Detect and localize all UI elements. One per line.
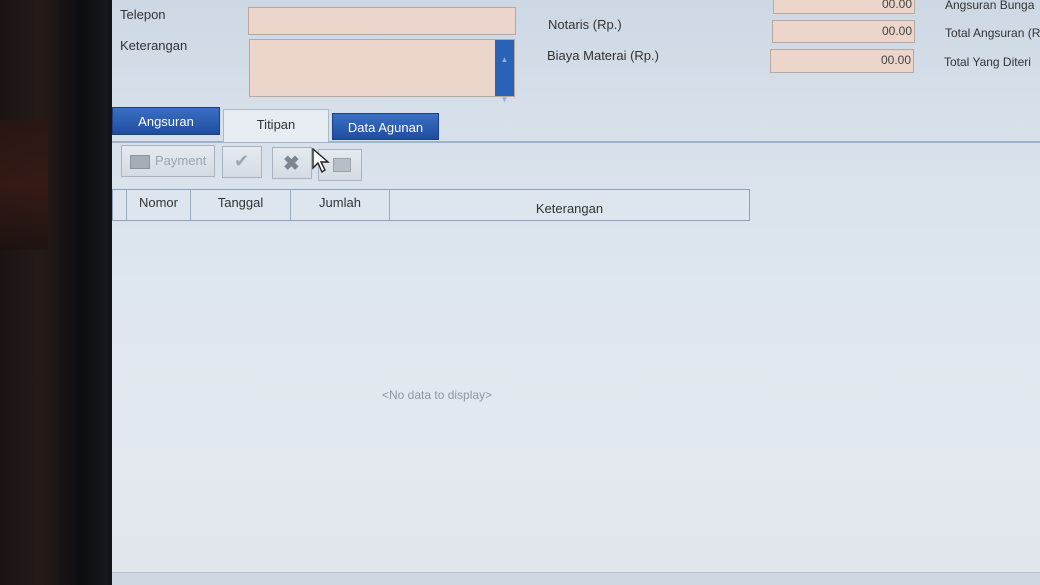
approve-button[interactable]: ✔	[222, 146, 262, 178]
row-indicator-column	[113, 190, 127, 220]
print-icon	[333, 158, 351, 172]
materai-field[interactable]: 00.00	[770, 49, 914, 73]
grid-header: Nomor Tanggal Jumlah Keterangan	[112, 189, 750, 221]
payment-button[interactable]: Payment	[121, 145, 215, 177]
telepon-label: Telepon	[120, 7, 166, 22]
column-nomor[interactable]: Nomor	[127, 190, 191, 220]
bezel-reflection	[0, 120, 48, 250]
payment-button-label: Payment	[155, 153, 207, 168]
notaris-field[interactable]: 00.00	[772, 20, 915, 43]
status-bar	[112, 572, 1040, 585]
checkmark-icon: ✔	[234, 151, 250, 171]
scroll-up-icon[interactable]: ▲	[495, 50, 514, 70]
keterangan-label: Keterangan	[120, 38, 188, 53]
monitor-bezel	[0, 0, 108, 585]
no-data-message: <No data to display>	[382, 388, 493, 402]
telepon-input[interactable]	[248, 7, 516, 35]
notaris-label: Notaris (Rp.)	[548, 17, 622, 32]
scroll-down-icon[interactable]: ▼	[495, 90, 514, 110]
tab-angsuran[interactable]: Angsuran	[112, 107, 220, 135]
column-jumlah[interactable]: Jumlah	[291, 190, 390, 220]
angsuran-bunga-label: Angsuran Bunga	[945, 0, 1035, 12]
top-amount-field[interactable]: 00.00	[773, 0, 915, 14]
app-window: Telepon Keterangan ▲ ▼ Notaris (Rp.) Bia…	[112, 0, 1040, 585]
mouse-cursor-icon	[312, 148, 330, 174]
delete-button[interactable]: ✖	[272, 147, 312, 179]
column-keterangan[interactable]: Keterangan	[390, 190, 749, 220]
close-icon: ✖	[283, 153, 300, 175]
total-angsuran-label: Total Angsuran (R	[945, 26, 1040, 40]
column-tanggal[interactable]: Tanggal	[191, 190, 291, 220]
envelope-icon	[130, 155, 150, 169]
keterangan-scrollbar[interactable]: ▲ ▼	[495, 40, 514, 104]
biaya-materai-label: Biaya Materai (Rp.)	[547, 48, 659, 63]
total-diterima-label: Total Yang Diteri	[944, 55, 1031, 69]
tab-titipan[interactable]: Titipan	[223, 109, 329, 142]
tab-data-agunan[interactable]: Data Agunan	[332, 113, 439, 140]
keterangan-textarea[interactable]: ▲ ▼	[249, 39, 515, 104]
